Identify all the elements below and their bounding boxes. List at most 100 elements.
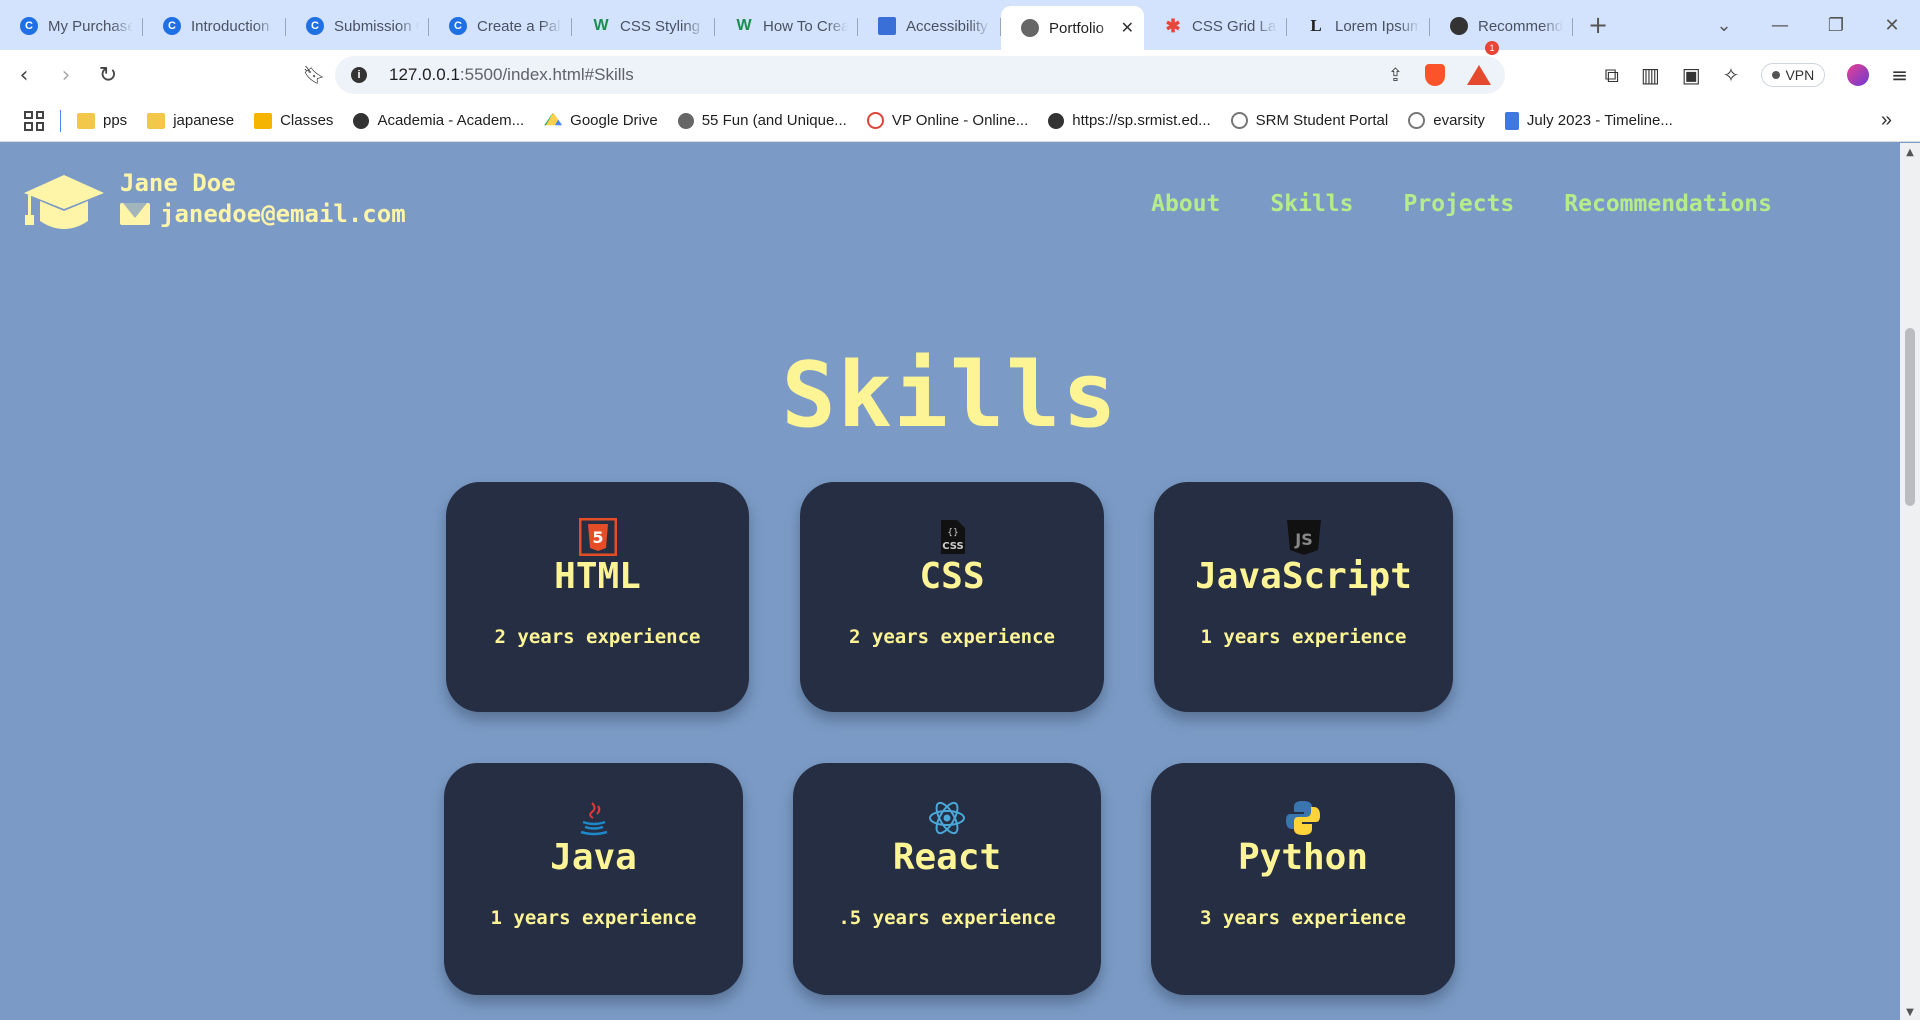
rewards-badge: 1 bbox=[1485, 41, 1499, 55]
leo-ai-icon[interactable]: ✧ bbox=[1723, 63, 1740, 87]
apps-grid-icon[interactable] bbox=[24, 110, 44, 131]
classroom-icon bbox=[254, 112, 273, 129]
share-icon[interactable]: ⇪ bbox=[1388, 65, 1403, 86]
scroll-down-icon[interactable]: ▼ bbox=[1900, 1007, 1920, 1018]
tab[interactable]: C Introduction bbox=[143, 6, 286, 46]
minimize-icon[interactable]: — bbox=[1752, 15, 1808, 36]
tab[interactable]: W CSS Styling Lists bbox=[572, 6, 715, 46]
tab[interactable]: Accessibility bbox=[858, 6, 1001, 46]
menu-icon[interactable]: ≡ bbox=[1891, 63, 1908, 87]
bookmark-item[interactable]: pps bbox=[77, 112, 127, 129]
brave-shields-icon[interactable] bbox=[1425, 64, 1445, 86]
wallet-icon[interactable]: ▣ bbox=[1682, 63, 1701, 87]
profile-avatar[interactable] bbox=[1847, 64, 1870, 86]
restore-icon[interactable]: ❐ bbox=[1808, 15, 1864, 36]
nav-about-link[interactable]: About bbox=[1151, 191, 1220, 217]
tab[interactable]: Recommendations bbox=[1430, 6, 1573, 46]
skill-name: Java bbox=[550, 837, 637, 878]
bookmark-label: July 2023 - Timeline... bbox=[1526, 112, 1673, 129]
window-controls: ⌄ — ❐ ✕ bbox=[1696, 0, 1920, 50]
bookmark-item[interactable]: 55 Fun (and Unique... bbox=[677, 112, 847, 129]
srm-icon bbox=[1408, 112, 1426, 129]
skill-card-python: Python 3 years experience bbox=[1151, 763, 1455, 995]
bookmark-item[interactable]: evarsity bbox=[1408, 112, 1485, 129]
close-window-icon[interactable]: ✕ bbox=[1864, 15, 1920, 36]
tab-title: Recommendations bbox=[1478, 17, 1563, 35]
site-header: Jane Doe janedoe@email.com About Skills … bbox=[0, 143, 1900, 253]
site-nav: About Skills Projects Recommendations bbox=[1151, 191, 1772, 217]
page-scrollbar[interactable]: ▲ ▼ bbox=[1900, 143, 1920, 1020]
tab[interactable]: ✱ CSS Grid Layout bbox=[1144, 6, 1287, 46]
skill-name: Python bbox=[1237, 837, 1369, 878]
bookmark-label: VP Online - Online... bbox=[891, 112, 1029, 129]
bookmark-item[interactable]: Classes bbox=[254, 112, 333, 129]
srm-icon bbox=[1230, 112, 1248, 129]
tab[interactable]: W How To Create bbox=[715, 6, 858, 46]
doc-icon bbox=[1504, 111, 1519, 130]
bookmark-label: https://sp.srmist.ed... bbox=[1072, 112, 1211, 129]
nav-projects-link[interactable]: Projects bbox=[1404, 191, 1515, 217]
bookmark-item[interactable]: SRM Student Portal bbox=[1230, 112, 1388, 129]
page-viewport: Jane Doe janedoe@email.com About Skills … bbox=[0, 143, 1900, 1020]
site-info-icon[interactable]: i bbox=[351, 67, 367, 83]
skill-name: HTML bbox=[554, 556, 641, 597]
tab-title: Create a Palette bbox=[477, 17, 562, 35]
bookmark-icon[interactable]: 🔖︎ bbox=[296, 57, 332, 93]
forward-button[interactable]: › bbox=[48, 57, 84, 93]
java-icon bbox=[580, 802, 607, 836]
tab-title: CSS Styling Lists bbox=[620, 17, 705, 35]
coursera-icon: C bbox=[20, 17, 38, 35]
close-icon[interactable]: ✕ bbox=[1121, 18, 1134, 38]
reload-button[interactable]: ↻ bbox=[90, 57, 126, 93]
bookmark-item[interactable]: Google Drive bbox=[544, 112, 658, 129]
bookmark-item[interactable]: July 2023 - Timeline... bbox=[1504, 111, 1673, 130]
bookmark-item[interactable]: japanese bbox=[147, 112, 234, 129]
react-icon bbox=[929, 801, 965, 835]
skill-card-react: React .5 years experience bbox=[793, 763, 1101, 995]
scrollbar-thumb[interactable] bbox=[1905, 328, 1915, 506]
globe-icon bbox=[353, 112, 370, 129]
tab-title: Submission Confirmation bbox=[334, 17, 419, 35]
bookmark-item[interactable]: https://sp.srmist.ed... bbox=[1048, 112, 1211, 129]
tab-title: Lorem Ipsum bbox=[1335, 17, 1420, 35]
site-owner-email[interactable]: janedoe@email.com bbox=[120, 200, 406, 228]
tab-active[interactable]: Portfolio ✕ bbox=[1001, 6, 1144, 50]
skill-experience: .5 years experience bbox=[838, 907, 1056, 929]
extensions-icon[interactable]: ⧉ bbox=[1605, 63, 1619, 87]
vpn-label: VPN bbox=[1785, 67, 1815, 83]
bookmark-label: evarsity bbox=[1433, 112, 1485, 129]
nav-skills-link[interactable]: Skills bbox=[1270, 191, 1353, 217]
tab[interactable]: C Create a Palette bbox=[429, 6, 572, 46]
vp-icon bbox=[866, 112, 884, 129]
tab[interactable]: L Lorem Ipsum bbox=[1287, 6, 1430, 46]
tab[interactable]: C My Purchases bbox=[0, 6, 143, 46]
tab[interactable]: C Submission Confirmation bbox=[286, 6, 429, 46]
svg-text:CSS: CSS bbox=[942, 541, 963, 552]
python-icon bbox=[1286, 801, 1320, 835]
folder-icon bbox=[77, 112, 95, 129]
tab-search-chevron-icon[interactable]: ⌄ bbox=[1696, 15, 1752, 36]
svg-text:JS: JS bbox=[1294, 530, 1312, 549]
bookmark-item[interactable]: Academia - Academ... bbox=[353, 112, 524, 129]
address-bar[interactable]: i 127.0.0.1:5500/index.html#Skills ⇪ 1 bbox=[335, 41, 1505, 94]
new-tab-button[interactable]: + bbox=[1583, 10, 1613, 40]
tab-title: My Purchases bbox=[48, 17, 133, 35]
bookmark-item[interactable]: VP Online - Online... bbox=[866, 112, 1029, 129]
lorem-icon: L bbox=[1310, 16, 1322, 35]
coursera-icon: C bbox=[306, 17, 324, 35]
tab-title: How To Create bbox=[763, 17, 848, 35]
vpn-button[interactable]: VPN bbox=[1761, 63, 1826, 87]
coursera-icon: C bbox=[449, 17, 467, 35]
sidebar-icon[interactable]: ▥ bbox=[1641, 63, 1660, 87]
scroll-up-icon[interactable]: ▲ bbox=[1900, 147, 1920, 158]
skill-experience: 1 years experience bbox=[490, 907, 697, 929]
nav-recommendations-link[interactable]: Recommendations bbox=[1564, 191, 1772, 217]
back-button[interactable]: ‹ bbox=[6, 57, 42, 93]
globe-icon bbox=[1021, 19, 1039, 37]
browser-toolbar: ‹ › ↻ 🔖︎ i 127.0.0.1:5500/index.html#Ski… bbox=[0, 41, 1920, 100]
brave-rewards-icon[interactable]: 1 bbox=[1467, 41, 1499, 85]
url-host: 127.0.0.1 bbox=[389, 65, 460, 84]
skills-heading: Skills bbox=[781, 343, 1119, 448]
tab-title: Introduction bbox=[191, 17, 270, 35]
more-bookmarks-icon[interactable]: » bbox=[1881, 109, 1892, 132]
